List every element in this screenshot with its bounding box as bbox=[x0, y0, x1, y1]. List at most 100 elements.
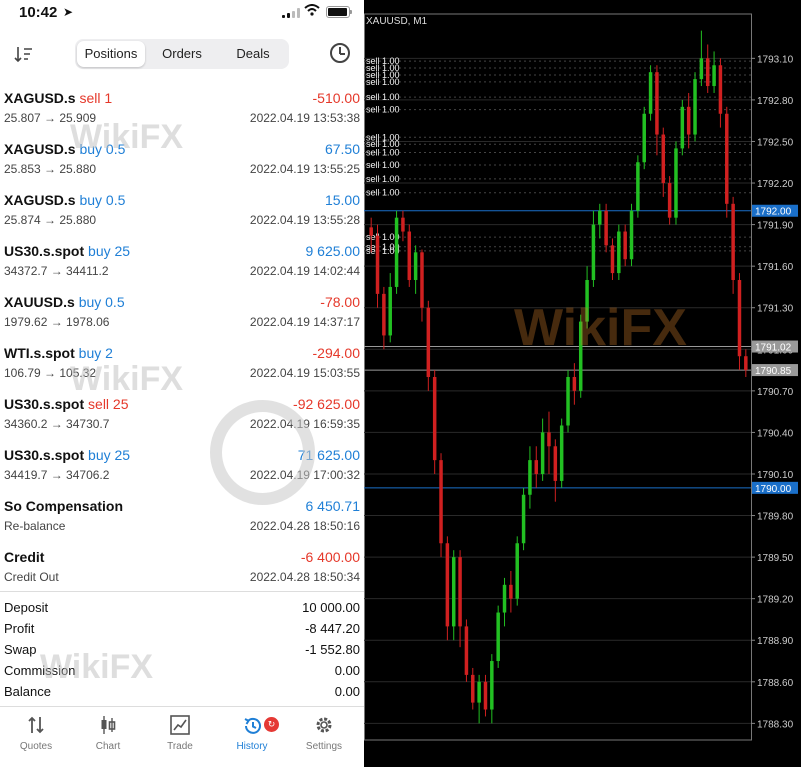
candlestick-icon bbox=[98, 715, 118, 735]
candle-body bbox=[725, 113, 729, 204]
deal-prices: 34372.7 → 34411.2 bbox=[4, 264, 109, 278]
symbol-text: So Compensation bbox=[4, 498, 124, 514]
summary-value: -1 552.80 bbox=[305, 642, 360, 657]
symbol-text: WTI.s.spot bbox=[4, 345, 75, 361]
candle-body bbox=[477, 681, 481, 703]
deal-row[interactable]: So Compensation 6 450.71 Re-balance 2022.0… bbox=[0, 498, 364, 549]
candle-body bbox=[521, 494, 526, 544]
candle-body bbox=[375, 235, 380, 294]
status-bar: 10:42 ➤ bbox=[0, 0, 364, 26]
nav-quotes[interactable]: Quotes bbox=[0, 707, 72, 767]
deal-profit: 67.50 bbox=[324, 141, 360, 157]
summary-row: Commission 0.00 bbox=[0, 663, 364, 684]
deal-type: buy 2 bbox=[78, 345, 113, 361]
candle-body bbox=[598, 210, 602, 225]
deal-type: buy 25 bbox=[88, 243, 131, 259]
deal-row[interactable]: Credit -6 400.00 Credit Out 2022.04.28 18:… bbox=[0, 549, 364, 600]
candle-body bbox=[464, 626, 469, 675]
deal-time: 2022.04.19 13:55:25 bbox=[249, 162, 360, 176]
candle-body bbox=[617, 231, 621, 274]
summary-value: 0.00 bbox=[334, 684, 360, 699]
chart-background bbox=[364, 0, 801, 767]
candle-body bbox=[661, 134, 666, 184]
chart-panel[interactable]: XAUUSD, M1 1793.10 1792.80 1792.50 1792.20 17… bbox=[364, 0, 801, 767]
candle-body bbox=[515, 543, 519, 599]
y-tick-label: 1792.20 bbox=[757, 179, 794, 190]
price-tag-label: 1791.02 bbox=[755, 343, 792, 354]
symbol-text: US30.s.spot bbox=[4, 447, 85, 463]
deal-time: 2022.04.19 14:02:44 bbox=[249, 264, 360, 278]
quotes-arrows-icon bbox=[26, 715, 46, 735]
deal-type: buy 0.5 bbox=[79, 192, 126, 208]
candle-body bbox=[547, 432, 551, 447]
deal-symbol: XAGUSD.s buy 0.5 bbox=[4, 141, 125, 157]
watermark-text: WikiFX bbox=[514, 299, 687, 357]
deal-type: sell 25 bbox=[88, 396, 129, 412]
candle-body bbox=[686, 106, 691, 135]
deal-row[interactable]: XAUUSD.s buy 0.5 -78.00 1979.62 → 1978.06 2… bbox=[0, 294, 364, 345]
y-tick-label: 1792.50 bbox=[757, 137, 794, 148]
tab-deals[interactable]: Deals bbox=[219, 41, 287, 67]
deal-prices: 25.807 → 25.909 bbox=[4, 111, 97, 125]
tab-orders[interactable]: Orders bbox=[147, 41, 217, 67]
deal-profit: -92 625.00 bbox=[293, 396, 360, 412]
candle-body bbox=[439, 460, 443, 544]
candle-body bbox=[636, 162, 640, 211]
nav-label: Quotes bbox=[19, 741, 53, 752]
candle-body bbox=[680, 106, 685, 149]
y-tick-label: 1789.80 bbox=[757, 512, 794, 523]
y-tick-label: 1790.70 bbox=[757, 387, 794, 398]
symbol-text: US30.s.spot bbox=[4, 396, 85, 412]
nav-settings[interactable]: Settings bbox=[288, 707, 360, 767]
bottom-navigation: Quotes Chart Trade History ↻ Settings bbox=[0, 706, 364, 767]
candle-body bbox=[642, 113, 646, 163]
symbol-text: US30.s.spot bbox=[4, 243, 85, 259]
deal-row[interactable]: XAGUSD.s buy 0.5 67.50 25.853 → 25.880 2022… bbox=[0, 141, 364, 192]
deal-prices: 34419.7 → 34706.2 bbox=[4, 468, 110, 482]
deal-prices: 106.79 → 105.32 bbox=[4, 366, 97, 380]
candlestick-chart[interactable]: XAUUSD, M1 1793.10 1792.80 1792.50 1792.20 17… bbox=[364, 0, 801, 767]
nav-label: Chart bbox=[95, 741, 121, 752]
history-toolbar: Positions Orders Deals bbox=[0, 37, 364, 71]
candle-body bbox=[553, 446, 558, 481]
deal-row[interactable]: XAGUSD.s buy 0.5 15.00 25.874 → 25.880 2022… bbox=[0, 192, 364, 243]
deal-row[interactable]: US30.s.spot buy 25 9 625.00 34372.7 → 3441… bbox=[0, 243, 364, 294]
nav-trade[interactable]: Trade bbox=[144, 707, 216, 767]
watermark-logo bbox=[210, 400, 315, 505]
clock-icon[interactable] bbox=[330, 43, 350, 63]
deal-time: 2022.04.19 14:37:17 bbox=[249, 315, 360, 329]
candle-body bbox=[629, 210, 634, 260]
deal-symbol: XAUUSD.s buy 0.5 bbox=[4, 294, 125, 310]
symbol-text: XAGUSD.s bbox=[4, 192, 76, 208]
refresh-badge: ↻ bbox=[264, 717, 279, 732]
sort-icon[interactable] bbox=[14, 45, 34, 63]
nav-chart[interactable]: Chart bbox=[72, 707, 144, 767]
y-tick-label: 1788.90 bbox=[757, 636, 794, 647]
candle-body bbox=[604, 210, 608, 246]
signal-icon bbox=[282, 8, 300, 18]
chart-title: XAUUSD, M1 bbox=[366, 16, 428, 27]
summary-value: 10 000.00 bbox=[302, 600, 360, 615]
candle-body bbox=[731, 203, 735, 281]
candle-body bbox=[648, 72, 653, 114]
candle-body bbox=[401, 217, 405, 232]
mt5-history-screen: 10:42 ➤ Positions Orders Deals XAGUSD.s … bbox=[0, 0, 364, 767]
deal-row[interactable]: XAGUSD.s sell 1 -510.00 25.807 → 25.909 202… bbox=[0, 90, 364, 141]
price-tag-label: 1790.00 bbox=[755, 484, 792, 495]
nav-label: Trade bbox=[167, 741, 193, 752]
deal-profit: -78.00 bbox=[320, 294, 360, 310]
order-label: sell 1.00 bbox=[366, 174, 400, 184]
deal-prices: 1979.62 → 1978.06 bbox=[4, 315, 110, 329]
deal-prices: Credit Out bbox=[4, 570, 59, 584]
nav-history[interactable]: History bbox=[216, 707, 288, 767]
tab-positions[interactable]: Positions bbox=[77, 41, 145, 67]
candle-body bbox=[693, 79, 697, 135]
symbol-text: XAGUSD.s bbox=[4, 90, 76, 106]
deal-row[interactable]: WTI.s.spot buy 2 -294.00 106.79 → 105.32 20… bbox=[0, 345, 364, 396]
candle-body bbox=[426, 307, 431, 377]
candle-body bbox=[674, 148, 678, 218]
deal-time: 2022.04.28 18:50:16 bbox=[249, 519, 360, 533]
wifi-icon bbox=[304, 4, 320, 19]
candle-body bbox=[534, 460, 539, 474]
deal-profit: -6 400.00 bbox=[300, 549, 360, 565]
